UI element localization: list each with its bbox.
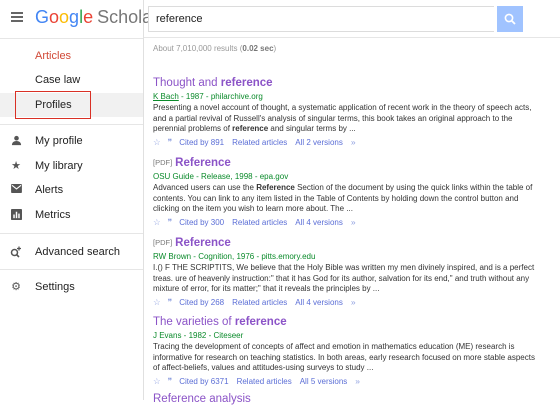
sidebar-item-settings[interactable]: ⚙ Settings (0, 275, 143, 299)
cited-by-link[interactable]: Cited by 268 (179, 298, 224, 307)
advanced-search-icon (10, 246, 22, 258)
cited-by-link[interactable]: Cited by 6371 (179, 377, 228, 386)
star-icon: ★ (11, 160, 21, 172)
result-meta: OSU Guide - Release, 1998 - epa.gov (153, 172, 289, 181)
all-versions-link[interactable]: All 4 versions (295, 218, 343, 227)
mail-icon (10, 184, 22, 196)
result-snippet: I.() F THE SCRIPTITS, We believe that th… (153, 263, 535, 293)
all-versions-link[interactable]: All 5 versions (300, 377, 348, 386)
main-content: About 7,010,000 results (0.02 sec) Thoug… (144, 0, 560, 405)
result-meta: RW Brown - Cognition, 1976 - pitts.emory… (153, 252, 316, 261)
save-star-icon[interactable]: ☆ (153, 137, 161, 147)
search-time: 0.02 sec (242, 44, 274, 53)
result-actions: ☆ ❞ Cited by 891 Related articles All 2 vers… (153, 137, 553, 148)
search-result: [PDF] Reference RW Brown - Cognition, 197… (153, 236, 553, 308)
result-actions: ☆ ❞ Cited by 300 Related articles All 4 vers… (153, 217, 553, 228)
cited-by-link[interactable]: Cited by 300 (179, 218, 224, 227)
profiles-highlight-box (15, 91, 91, 119)
gear-icon: ⚙ (11, 281, 21, 293)
sidebar-item-label: Advanced search (35, 246, 120, 258)
sidebar-item-my-profile[interactable]: My profile (0, 129, 143, 153)
person-icon (10, 135, 22, 147)
cite-quote-icon[interactable]: ❞ (168, 217, 173, 227)
result-snippet: Tracing the development of concepts of a… (153, 342, 535, 372)
header-divider (144, 37, 560, 38)
result-actions: ☆ ❞ Cited by 6371 Related articles All 5 ver… (153, 376, 553, 387)
result-snippet: Advanced users can use the Reference Sec… (153, 183, 533, 213)
result-snippet: Presenting a novel account of thought, a… (153, 103, 532, 133)
result-count: About 7,010,000 results (0.02 sec) (153, 44, 277, 53)
search-button[interactable] (497, 6, 523, 32)
result-title-link[interactable]: Thought and reference (153, 76, 553, 90)
save-star-icon[interactable]: ☆ (153, 217, 161, 227)
google-scholar-logo[interactable]: Google Scholar (35, 7, 158, 28)
pdf-badge: [PDF] (153, 238, 173, 247)
sidebar-item-label: Case law (35, 74, 81, 86)
cited-by-link[interactable]: Cited by 891 (179, 138, 224, 147)
search-result: Thought and reference K Bach - 1987 - ph… (153, 76, 553, 148)
cite-quote-icon[interactable]: ❞ (168, 297, 173, 307)
hamburger-menu-icon[interactable] (11, 12, 23, 22)
more-chevron-icon[interactable]: » (355, 376, 360, 386)
sidebar-item-my-library[interactable]: ★ My library (0, 154, 143, 178)
result-meta: K Bach - 1987 - philarchive.org (153, 92, 263, 101)
cite-quote-icon[interactable]: ❞ (168, 137, 173, 147)
sidebar-item-case-law[interactable]: Case law (0, 68, 143, 92)
related-articles-link[interactable]: Related articles (237, 377, 292, 386)
sidebar-header: Google Scholar (0, 0, 158, 37)
truncated-result-title[interactable]: Reference analysis (153, 393, 251, 405)
related-articles-link[interactable]: Related articles (232, 218, 287, 227)
sidebar-item-label: Metrics (35, 209, 71, 221)
result-title-link[interactable]: [PDF] Reference (153, 156, 553, 170)
sidebar-divider (0, 269, 143, 270)
related-articles-link[interactable]: Related articles (232, 138, 287, 147)
metrics-icon (10, 209, 22, 221)
sidebar-item-metrics[interactable]: Metrics (0, 203, 143, 227)
more-chevron-icon[interactable]: » (351, 217, 356, 227)
sidebar-item-articles[interactable]: Articles (0, 44, 143, 68)
all-versions-link[interactable]: All 2 versions (295, 138, 343, 147)
save-star-icon[interactable]: ☆ (153, 297, 161, 307)
sidebar-item-label: My profile (35, 135, 83, 147)
result-actions: ☆ ❞ Cited by 268 Related articles All 4 vers… (153, 297, 553, 308)
result-title-link[interactable]: [PDF] Reference (153, 236, 553, 250)
sidebar-item-label: My library (35, 160, 83, 172)
pdf-badge: [PDF] (153, 158, 173, 167)
sidebar-item-label: Alerts (35, 184, 64, 196)
sidebar-item-alerts[interactable]: Alerts (0, 178, 143, 202)
all-versions-link[interactable]: All 4 versions (295, 298, 343, 307)
sidebar-divider (0, 124, 143, 125)
search-icon (504, 13, 516, 25)
more-chevron-icon[interactable]: » (351, 297, 356, 307)
save-star-icon[interactable]: ☆ (153, 376, 161, 386)
result-meta: J Evans - 1982 - Citeseer (153, 331, 244, 340)
search-result: [PDF] Reference OSU Guide - Release, 1998… (153, 156, 553, 228)
search-input[interactable] (148, 6, 494, 32)
result-title-link[interactable]: The varieties of reference (153, 315, 553, 329)
search-bar (148, 6, 524, 32)
cite-quote-icon[interactable]: ❞ (168, 376, 173, 386)
sidebar-item-label: Settings (35, 281, 75, 293)
search-result: The varieties of reference J Evans - 198… (153, 315, 553, 387)
related-articles-link[interactable]: Related articles (232, 298, 287, 307)
more-chevron-icon[interactable]: » (351, 137, 356, 147)
sidebar-item-label: Articles (35, 50, 72, 62)
sidebar: Google Scholar Articles Case law Profiles… (0, 0, 158, 400)
author-link[interactable]: K Bach (153, 92, 179, 101)
sidebar-divider (0, 233, 143, 234)
sidebar-item-advanced-search[interactable]: Advanced search (0, 240, 143, 264)
sidebar-divider (0, 38, 143, 39)
